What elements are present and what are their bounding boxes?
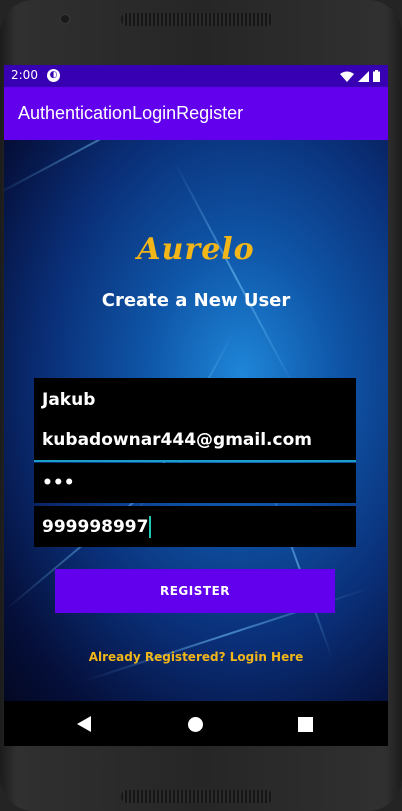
status-time: 2:00 [11,68,38,82]
app-logo: Aurelo [137,232,255,267]
phone-value: 999998997 [42,516,149,537]
app-title: AuthenticationLoginRegister [18,103,244,123]
full-name-field[interactable]: Jakub [34,378,356,422]
screen: 2:00 ◐ AuthenticationLoginRegister Aurel… [4,65,388,746]
navigation-bar [4,701,388,746]
text-cursor [149,515,152,538]
home-icon[interactable] [184,713,206,735]
password-field[interactable]: ••• [34,463,356,503]
recents-icon[interactable] [294,713,316,735]
bottom-speaker [121,790,273,803]
phone-field[interactable]: 999998997 [34,506,356,547]
wifi-icon [340,71,354,82]
status-icons [340,69,380,83]
top-speaker [121,13,273,26]
back-icon[interactable] [73,713,95,735]
page-heading: Create a New User [101,290,291,311]
light-beam [173,160,297,392]
status-bar: 2:00 ◐ [4,65,388,87]
light-beam [4,140,250,202]
device-frame: 2:00 ◐ AuthenticationLoginRegister Aurel… [0,0,402,811]
register-button[interactable]: REGISTER [55,569,335,613]
email-field[interactable]: kubadownar444@gmail.com [34,420,356,462]
data-saver-icon: ◐ [47,69,60,82]
email-value: kubadownar444@gmail.com [42,430,312,450]
signal-icon [358,70,369,82]
full-name-value: Jakub [42,390,96,410]
login-link[interactable]: Already Registered? Login Here [4,650,388,664]
register-screen: Aurelo Create a New User Jakub kubadowna… [4,140,388,701]
password-value: ••• [42,473,75,493]
battery-icon [373,70,380,82]
front-camera [59,13,71,25]
app-bar: AuthenticationLoginRegister [4,87,388,140]
